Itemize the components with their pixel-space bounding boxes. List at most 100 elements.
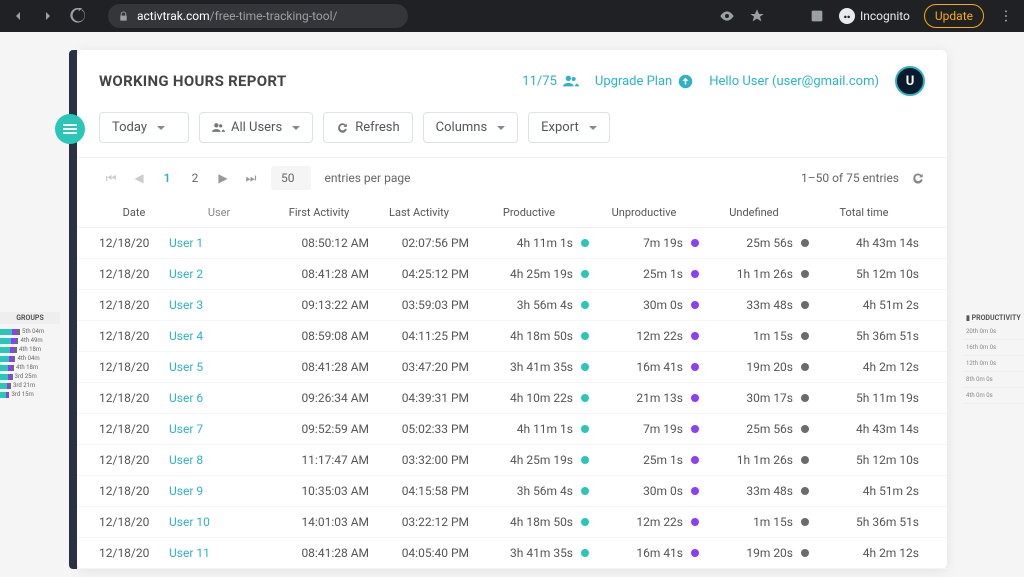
upgrade-plan-link[interactable]: Upgrade Plan [595, 74, 693, 89]
cell-unproductive: 30m 0s [589, 298, 699, 312]
cell-date: 12/18/20 [99, 298, 169, 312]
reload-icon[interactable] [70, 8, 86, 24]
hello-user[interactable]: Hello User (user@gmail.com) [709, 74, 879, 89]
toolbar: Today All Users Refresh Columns Export [77, 112, 947, 157]
users-icon [563, 75, 579, 87]
dot-undefined-icon [801, 518, 809, 526]
url-text: activtrak.com/free-time-tracking-tool/ [137, 9, 337, 23]
settings-icon[interactable] [779, 8, 795, 24]
pager-page-1[interactable]: 1 [155, 166, 179, 190]
user-link[interactable]: User 9 [169, 484, 203, 498]
dot-productive-icon [581, 301, 589, 309]
content-area: GROUPS 5th 04m4th 49m4th 18m4th 04m4th 1… [0, 32, 1024, 569]
url-bar[interactable]: activtrak.com/free-time-tracking-tool/ [108, 4, 408, 28]
ghost-groups-title: GROUPS [0, 312, 60, 324]
sidebar-toggle[interactable] [55, 114, 85, 144]
back-icon[interactable] [10, 8, 26, 24]
cell-total: 5h 12m 10s [809, 453, 919, 467]
cell-undefined: 1h 1m 26s [699, 267, 809, 281]
forward-icon[interactable] [40, 8, 56, 24]
cell-date: 12/18/20 [99, 453, 169, 467]
refresh-button[interactable]: Refresh [323, 112, 412, 143]
cell-unproductive: 25m 1s [589, 453, 699, 467]
table-row: 12/18/20 User 6 09:26:34 AM 04:39:31 PM … [77, 383, 947, 414]
col-header-total[interactable]: Total time [809, 206, 919, 219]
chevron-down-icon [292, 126, 300, 130]
ghost-bar: 3rd 25m [0, 373, 60, 380]
dot-undefined-icon [801, 239, 809, 247]
cell-date: 12/18/20 [99, 515, 169, 529]
user-link[interactable]: User 10 [169, 515, 210, 529]
cell-undefined: 1m 15s [699, 515, 809, 529]
export-select[interactable]: Export [528, 112, 610, 143]
pager-last[interactable]: ⏭ [239, 166, 263, 190]
report-table: Date User First Activity Last Activity P… [77, 198, 947, 569]
seats-count[interactable]: 11/75 [522, 74, 579, 89]
dot-unproductive-icon [691, 301, 699, 309]
col-header-undefined[interactable]: Undefined [699, 206, 809, 219]
user-link[interactable]: User 8 [169, 453, 203, 467]
col-header-last[interactable]: Last Activity [369, 206, 469, 219]
dot-unproductive-icon [691, 456, 699, 464]
col-header-productive[interactable]: Productive [469, 206, 589, 219]
cell-first: 10:35:03 AM [269, 484, 369, 498]
col-header-unproductive[interactable]: Unproductive [589, 206, 699, 219]
cell-undefined: 1m 15s [699, 329, 809, 343]
cell-total: 4h 43m 14s [809, 236, 919, 250]
nav-buttons [10, 8, 86, 24]
menu-icon[interactable] [998, 8, 1014, 24]
user-link[interactable]: User 7 [169, 422, 203, 436]
user-link[interactable]: User 3 [169, 298, 203, 312]
per-page-select[interactable]: 50 [271, 166, 311, 190]
table-pager: ⏮ ◀ 1 2 ▶ ⏭ 50 entries per page 1–50 of … [77, 157, 947, 198]
eye-off-icon[interactable] [719, 8, 735, 24]
users-filter-select[interactable]: All Users [199, 112, 313, 143]
cell-date: 12/18/20 [99, 329, 169, 343]
pager-page-2[interactable]: 2 [183, 166, 207, 190]
refresh-icon[interactable] [911, 171, 925, 185]
user-link[interactable]: User 1 [169, 236, 203, 250]
cell-undefined: 33m 48s [699, 298, 809, 312]
dot-unproductive-icon [691, 549, 699, 557]
browser-right-icons: Incognito Update [719, 4, 1014, 28]
table-row: 12/18/20 User 3 09:13:22 AM 03:59:03 PM … [77, 290, 947, 321]
columns-select[interactable]: Columns [423, 112, 519, 143]
dot-productive-icon [581, 270, 589, 278]
timeframe-select[interactable]: Today [99, 112, 189, 143]
pager-next[interactable]: ▶ [211, 166, 235, 190]
table-row: 12/18/20 User 2 08:41:28 AM 04:25:12 PM … [77, 259, 947, 290]
cell-total: 4h 2m 12s [809, 546, 919, 560]
incognito-icon [839, 8, 855, 24]
user-link[interactable]: User 6 [169, 391, 203, 405]
cell-total: 4h 2m 12s [809, 360, 919, 374]
cell-last: 04:39:31 PM [369, 391, 469, 405]
user-link[interactable]: User 4 [169, 329, 203, 343]
cell-total: 4h 51m 2s [809, 484, 919, 498]
cell-user: User 5 [169, 360, 269, 374]
user-link[interactable]: User 5 [169, 360, 203, 374]
avatar[interactable]: U [895, 66, 925, 96]
table-row: 12/18/20 User 8 11:17:47 AM 03:32:00 PM … [77, 445, 947, 476]
update-button[interactable]: Update [924, 4, 984, 28]
cell-first: 09:26:34 AM [269, 391, 369, 405]
user-link[interactable]: User 11 [169, 546, 210, 560]
ghost-bar: 4th 18m [0, 346, 60, 353]
pager-prev[interactable]: ◀ [127, 166, 151, 190]
col-header-date[interactable]: Date [99, 206, 169, 219]
col-header-first[interactable]: First Activity [269, 206, 369, 219]
pager-first[interactable]: ⏮ [99, 166, 123, 190]
cell-first: 09:52:59 AM [269, 422, 369, 436]
dot-unproductive-icon [691, 332, 699, 340]
cell-last: 03:47:20 PM [369, 360, 469, 374]
cell-unproductive: 25m 1s [589, 267, 699, 281]
cell-date: 12/18/20 [99, 546, 169, 560]
dot-undefined-icon [801, 363, 809, 371]
extension-icon[interactable] [809, 8, 825, 24]
table-row: 12/18/20 User 9 10:35:03 AM 04:15:58 PM … [77, 476, 947, 507]
star-icon[interactable] [749, 8, 765, 24]
col-header-user[interactable]: User [169, 206, 269, 219]
ghost-bar: 4th 18m [0, 364, 60, 371]
user-link[interactable]: User 2 [169, 267, 203, 281]
dot-undefined-icon [801, 549, 809, 557]
lock-icon [118, 11, 129, 22]
